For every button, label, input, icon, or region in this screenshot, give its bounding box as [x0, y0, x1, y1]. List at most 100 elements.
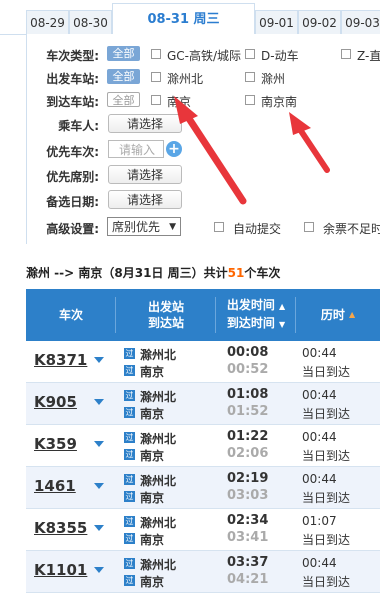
header-stations[interactable]: 出发站 到达站	[116, 289, 216, 341]
depart-station-label: 出发车站:	[46, 72, 99, 86]
train-detail-dropdown-icon[interactable]	[94, 483, 104, 489]
duration: 00:44	[302, 430, 337, 444]
train-number-link[interactable]: K359	[34, 435, 77, 453]
pass-station-tag: 过	[124, 449, 135, 460]
d-label: D-动车	[261, 49, 299, 63]
train-detail-dropdown-icon[interactable]	[94, 567, 104, 573]
table-row[interactable]: K1101 过滁州北过南京 03:37 04:21 00:44 当日到达	[26, 551, 380, 593]
header-train[interactable]: 车次	[26, 289, 116, 341]
arrive-station: 南京	[140, 407, 165, 421]
depart-time: 02:19	[227, 471, 269, 486]
header-time-a: 出发时间 ▲	[226, 298, 286, 312]
arrive-time: 00:52	[227, 362, 269, 377]
header-station-a: 出发站	[147, 300, 184, 314]
tab-date-selected[interactable]: 08-31 周三	[112, 3, 255, 35]
train-number-link[interactable]: K905	[34, 393, 77, 411]
depart-station-checkbox[interactable]	[151, 72, 161, 82]
advanced-select-value: 席别优先	[112, 220, 161, 234]
sort-up-icon: ▲	[279, 302, 286, 311]
train-type-all-button[interactable]: 全部	[107, 46, 140, 61]
tab-date[interactable]: 09-01	[255, 10, 298, 34]
sort-down-icon: ▼	[279, 320, 286, 329]
z-checkbox[interactable]	[341, 49, 351, 59]
train-number-link[interactable]: K8355	[34, 519, 87, 537]
duration: 00:44	[302, 472, 337, 486]
pass-station-tag: 过	[124, 516, 135, 527]
depart-all-button[interactable]: 全部	[107, 69, 140, 84]
header-duration-label: 历时	[320, 308, 345, 322]
train-detail-dropdown-icon[interactable]	[94, 525, 104, 531]
gc-checkbox[interactable]	[151, 49, 161, 59]
arrive-station: 南京	[140, 365, 165, 379]
depart-time: 03:37	[227, 555, 269, 570]
advanced-select[interactable]: 席别优先 ▼	[107, 217, 181, 236]
priority-train-label: 优先车次:	[46, 145, 99, 159]
passenger-select-button[interactable]: 请选择	[108, 114, 182, 133]
header-times[interactable]: 出发时间 ▲ 到达时间 ▼	[216, 289, 296, 341]
remaining-checkbox[interactable]	[304, 222, 314, 232]
priority-seat-label: 优先席别:	[46, 170, 99, 184]
tab-date[interactable]: 09-03	[341, 10, 380, 34]
arrive-time: 03:03	[227, 488, 269, 503]
tab-date[interactable]: 08-30	[69, 10, 112, 34]
remaining-label: 余票不足时	[323, 222, 380, 236]
header-train-label: 车次	[58, 308, 83, 322]
sort-up-icon: ▲	[349, 310, 356, 319]
arrive-station-option: 南京	[167, 95, 192, 109]
tab-date[interactable]: 08-29	[26, 10, 69, 34]
table-row[interactable]: K905 过滁州北过南京 01:08 01:52 00:44 当日到达	[26, 383, 380, 425]
depart-time: 00:08	[227, 345, 269, 360]
pass-station-tag: 过	[124, 533, 135, 544]
table-row[interactable]: K359 过滁州北过南京 01:22 02:06 00:44 当日到达	[26, 425, 380, 467]
advanced-label: 高级设置:	[46, 222, 99, 236]
arrive-station: 南京	[140, 533, 165, 547]
arrive-station-checkbox[interactable]	[245, 95, 255, 105]
table-row[interactable]: 1461 过滁州北过南京 02:19 03:03 00:44 当日到达	[26, 467, 380, 509]
arrive-station: 南京	[140, 449, 165, 463]
date-tabs: 08-29 08-30 08-31 周三 09-01 09-02 09-03	[0, 0, 380, 35]
arrival-note: 当日到达	[302, 575, 351, 589]
train-number-link[interactable]: K1101	[34, 561, 87, 579]
depart-station: 滁州北	[140, 474, 177, 488]
arrival-note: 当日到达	[302, 407, 351, 421]
train-type-label: 车次类型:	[46, 49, 99, 63]
auto-submit-checkbox[interactable]	[214, 222, 224, 232]
auto-submit-label: 自动提交	[233, 222, 282, 236]
arrive-station: 南京	[140, 575, 165, 589]
train-detail-dropdown-icon[interactable]	[94, 399, 104, 405]
train-detail-dropdown-icon[interactable]	[94, 357, 104, 363]
train-number-link[interactable]: K8371	[34, 351, 87, 369]
d-checkbox[interactable]	[245, 49, 255, 59]
depart-station: 滁州北	[140, 348, 177, 362]
backup-date-select-button[interactable]: 请选择	[108, 190, 182, 209]
pass-station-tag: 过	[124, 432, 135, 443]
depart-station: 滁州北	[140, 432, 177, 446]
tab-date[interactable]: 09-02	[298, 10, 341, 34]
route-summary-suffix: 个车次	[244, 266, 281, 280]
duration: 00:44	[302, 346, 337, 360]
header-duration[interactable]: 历时 ▲	[296, 289, 380, 341]
train-number-link[interactable]: 1461	[34, 477, 76, 495]
pass-station-tag: 过	[124, 474, 135, 485]
add-plus-icon[interactable]: +	[166, 141, 182, 157]
filter-panel: 车次类型: 全部 GC-高铁/城际 D-动车 Z-直达 出发车站: 全部 滁州北…	[26, 34, 380, 244]
depart-station-checkbox[interactable]	[245, 72, 255, 82]
dropdown-arrow-icon: ▼	[169, 222, 176, 232]
priority-train-input[interactable]: 请输入	[108, 140, 164, 158]
duration: 01:07	[302, 514, 337, 528]
arrive-station-checkbox[interactable]	[151, 95, 161, 105]
arrive-time: 01:52	[227, 404, 269, 419]
pass-station-tag: 过	[124, 491, 135, 502]
depart-time: 01:22	[227, 429, 269, 444]
depart-station: 滁州北	[140, 558, 177, 572]
route-summary-text: 滁州 --> 南京（8月31日 周三）共计	[26, 266, 228, 280]
depart-station-option: 滁州北	[167, 72, 204, 86]
train-detail-dropdown-icon[interactable]	[94, 441, 104, 447]
duration: 00:44	[302, 556, 337, 570]
arrive-all-button[interactable]: 全部	[107, 92, 140, 107]
table-row[interactable]: K8371 过滁州北过南京 00:08 00:52 00:44 当日到达	[26, 341, 380, 383]
table-row[interactable]: K8355 过滁州北过南京 02:34 03:41 01:07 当日到达	[26, 509, 380, 551]
priority-seat-select-button[interactable]: 请选择	[108, 165, 182, 184]
depart-station: 滁州北	[140, 390, 177, 404]
pass-station-tag: 过	[124, 348, 135, 359]
